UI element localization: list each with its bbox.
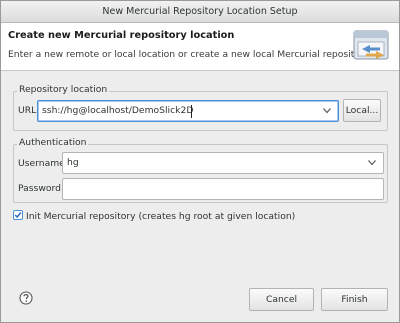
cancel-button-label: Cancel — [265, 294, 298, 305]
chevron-down-icon[interactable] — [368, 160, 376, 166]
username-value: hg — [67, 157, 79, 168]
url-value: ssh://hg@localhost/DemoSlick2D — [42, 105, 194, 116]
page-title: Create new Mercurial repository location — [8, 30, 235, 41]
finish-button[interactable]: Finish — [321, 288, 388, 311]
password-label: Password — [18, 183, 61, 194]
text-cursor — [191, 105, 192, 118]
chevron-down-icon[interactable] — [323, 108, 331, 114]
repository-location-icon — [353, 30, 389, 60]
url-field[interactable]: ssh://hg@localhost/DemoSlick2D — [37, 100, 339, 122]
wizard-header: Create new Mercurial repository location… — [1, 23, 399, 71]
page-description: Enter a new remote or local location or … — [8, 49, 371, 60]
username-field[interactable]: hg — [62, 152, 384, 174]
url-label: URL — [18, 105, 37, 116]
password-field[interactable] — [62, 178, 384, 200]
window-title: New Mercurial Repository Location Setup — [102, 6, 298, 17]
cancel-button[interactable]: Cancel — [249, 288, 314, 311]
local-button-label: Local... — [345, 105, 379, 116]
init-repository-label[interactable]: Init Mercurial repository (creates hg ro… — [26, 211, 295, 222]
repository-location-legend: Repository location — [17, 84, 110, 95]
checkmark-icon — [14, 212, 22, 219]
username-label: Username — [18, 158, 65, 169]
init-repository-checkbox[interactable] — [13, 210, 23, 220]
finish-button-label: Finish — [341, 294, 368, 305]
authentication-legend: Authentication — [17, 137, 89, 148]
help-icon[interactable] — [19, 291, 33, 305]
window-titlebar[interactable]: New Mercurial Repository Location Setup — [1, 1, 399, 23]
local-button[interactable]: Local... — [343, 99, 381, 122]
dialog-window: New Mercurial Repository Location Setup … — [0, 0, 400, 323]
